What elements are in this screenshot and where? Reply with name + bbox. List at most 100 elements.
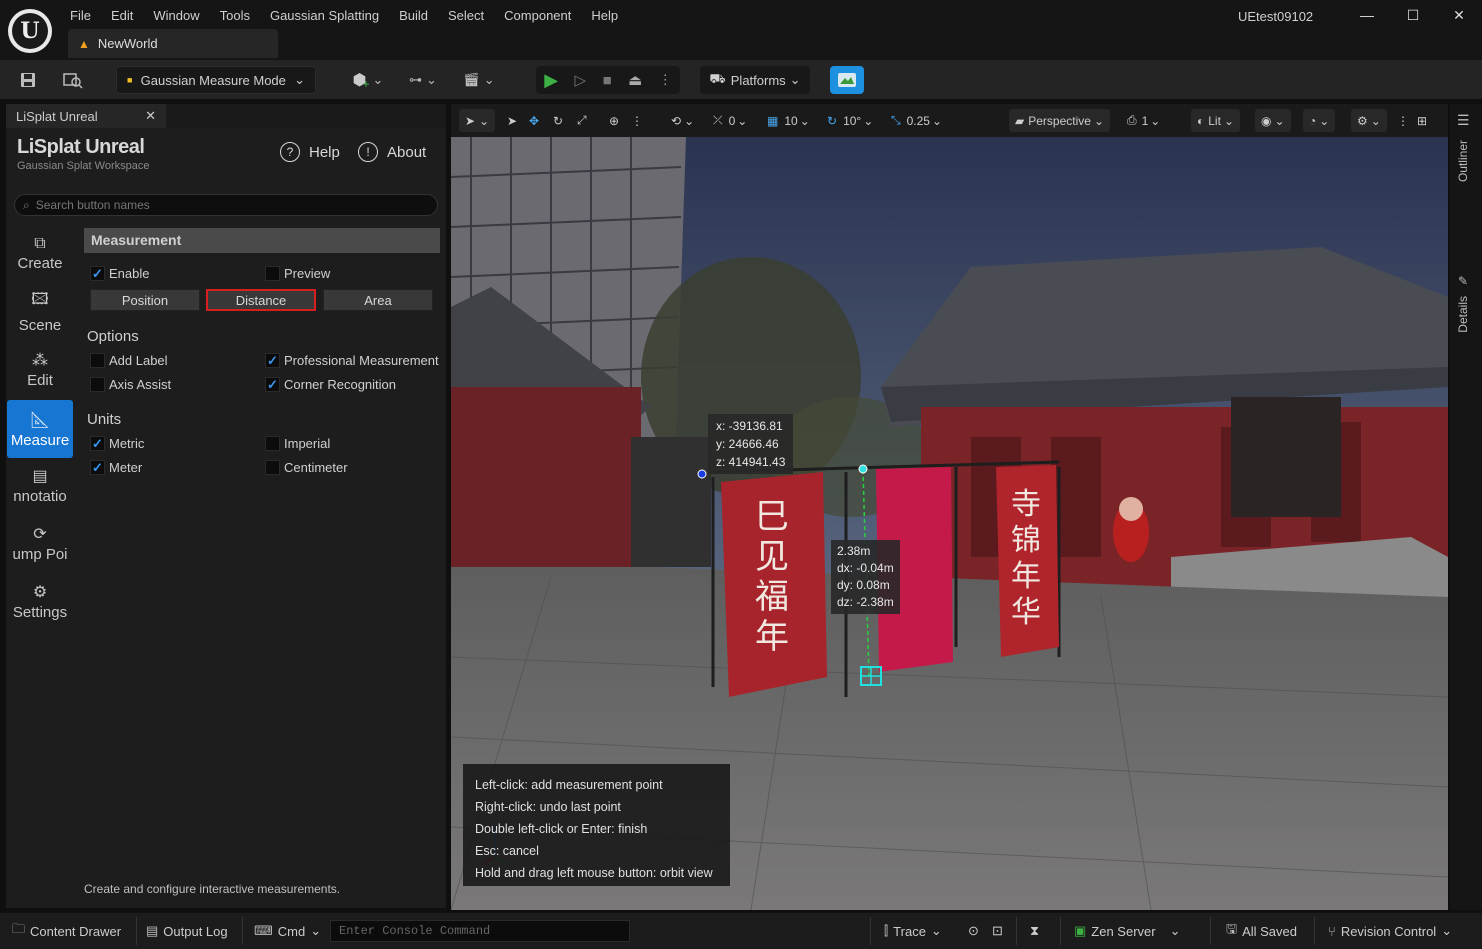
perspective-dropdown[interactable]: ▰ Perspective ⌄ bbox=[1009, 109, 1110, 132]
output-log-button[interactable]: ▤ Output Log bbox=[146, 919, 228, 943]
scale-snap-dropdown[interactable]: ⤡ 0.25 ⌄ bbox=[891, 109, 942, 132]
select-tool-icon[interactable]: ➤ bbox=[507, 109, 517, 132]
trace-dropdown[interactable]: ⫿ Trace ⌄ bbox=[884, 919, 942, 943]
all-saved-button[interactable]: 🖫 All Saved bbox=[1226, 919, 1297, 943]
more-options-icon[interactable]: ⋮ bbox=[659, 72, 672, 88]
menu-help[interactable]: Help bbox=[581, 6, 628, 25]
camera-speed-dropdown[interactable]: ⎙ 1 ⌄ bbox=[1127, 109, 1160, 132]
position-button[interactable]: Position bbox=[90, 289, 200, 311]
about-button[interactable]: ! About bbox=[358, 142, 426, 162]
chevron-down-icon: ⌄ bbox=[930, 923, 942, 938]
sidebar-item-settings[interactable]: ⚙ Settings bbox=[7, 572, 73, 630]
menu-gaussian-splatting[interactable]: Gaussian Splatting bbox=[260, 6, 389, 25]
browse-icon[interactable] bbox=[58, 66, 88, 94]
select-mode-dropdown[interactable]: ➤ ⌄ bbox=[459, 109, 496, 132]
preview-checkbox[interactable]: Preview bbox=[265, 266, 330, 281]
performance-dropdown[interactable]: ◔ ⌄ bbox=[1303, 109, 1336, 132]
level-tab[interactable]: ▲ NewWorld bbox=[68, 29, 278, 58]
centimeter-checkbox[interactable]: Centimeter bbox=[265, 460, 348, 475]
play-icon[interactable]: ▶ bbox=[544, 70, 558, 91]
area-button[interactable]: Area bbox=[323, 289, 433, 311]
world-local-icon[interactable]: ⊕ bbox=[609, 109, 619, 132]
screenshot-icon[interactable]: ⊡ bbox=[992, 919, 1003, 943]
more-options-icon[interactable]: ⋮ bbox=[1397, 109, 1409, 132]
unreal-logo[interactable]: U bbox=[8, 9, 52, 53]
blueprint-button[interactable]: ⊶ ⌄ bbox=[402, 66, 444, 94]
menu-edit[interactable]: Edit bbox=[101, 6, 143, 25]
menu-window[interactable]: Window bbox=[143, 6, 209, 25]
professional-measurement-checkbox[interactable]: ✓ Professional Measurement bbox=[265, 353, 439, 368]
axis-assist-checkbox[interactable]: Axis Assist bbox=[90, 377, 171, 392]
log-icon: ▤ bbox=[146, 923, 159, 938]
add-label-checkbox[interactable]: Add Label bbox=[90, 353, 168, 368]
sidebar-item-annotation[interactable]: ▤ nnotatio bbox=[7, 456, 73, 514]
lisplat-plugin-button[interactable] bbox=[830, 66, 864, 94]
measurement-section-header[interactable]: Measurement bbox=[84, 228, 440, 253]
metric-checkbox[interactable]: ✓ Metric bbox=[90, 436, 144, 451]
menu-component[interactable]: Component bbox=[494, 6, 581, 25]
record-icon[interactable]: ⊙ bbox=[968, 919, 979, 943]
step-icon[interactable]: ▷ bbox=[575, 71, 587, 89]
enable-checkbox[interactable]: ✓ Enable bbox=[90, 266, 149, 281]
stop-icon[interactable]: ■ bbox=[603, 72, 612, 89]
menu-tools[interactable]: Tools bbox=[210, 6, 260, 25]
zen-server-dropdown[interactable]: ▣ Zen Server ⌄ bbox=[1074, 919, 1181, 943]
corner-recognition-checkbox[interactable]: ✓ Corner Recognition bbox=[265, 377, 396, 392]
sidebar-item-jump-point[interactable]: ⟳ ump Poi bbox=[7, 514, 73, 572]
mode-dropdown[interactable]: ■ Gaussian Measure Mode ⌄ bbox=[116, 66, 316, 94]
meter-checkbox[interactable]: ✓ Meter bbox=[90, 460, 142, 475]
grid-snap-dropdown[interactable]: ▦ 10 ⌄ bbox=[767, 109, 810, 132]
menu-select[interactable]: Select bbox=[438, 6, 494, 25]
console-input[interactable]: Enter Console Command bbox=[330, 920, 630, 942]
platforms-button[interactable]: ⛟ Platforms ⌄ bbox=[700, 66, 810, 94]
sidebar-item-measure[interactable]: 📐︎ Measure bbox=[7, 400, 73, 458]
imperial-checkbox[interactable]: Imperial bbox=[265, 436, 330, 451]
close-icon[interactable]: ✕ bbox=[1436, 0, 1482, 30]
close-tab-icon[interactable]: ✕ bbox=[145, 108, 156, 124]
outliner-tab[interactable]: Outliner bbox=[1456, 140, 1470, 182]
rotation-snap-dropdown[interactable]: ↻ 10° ⌄ bbox=[827, 109, 873, 132]
distance-button[interactable]: Distance bbox=[206, 289, 316, 311]
distance-dz: dz: -2.38m bbox=[837, 595, 894, 609]
content-drawer-button[interactable]: 🗀 Content Drawer bbox=[12, 919, 121, 943]
save-icon[interactable] bbox=[14, 66, 42, 94]
help-button[interactable]: ? Help bbox=[280, 142, 340, 162]
translate-snap-dropdown[interactable]: ⤫ 0 ⌄ bbox=[713, 109, 747, 132]
project-name: UEtest09102 bbox=[1238, 9, 1314, 24]
sidebar-item-create[interactable]: ⧉ Create bbox=[7, 224, 73, 282]
surface-snap-dropdown[interactable]: ⟲ ⌄ bbox=[671, 109, 694, 132]
lit-dropdown[interactable]: ◐ Lit ⌄ bbox=[1191, 109, 1240, 132]
help-label: Help bbox=[309, 143, 340, 161]
maximize-icon[interactable]: ☐ bbox=[1390, 0, 1436, 30]
chevron-down-icon: ⌄ bbox=[1169, 923, 1181, 938]
menu-build[interactable]: Build bbox=[389, 6, 438, 25]
add-actor-button[interactable]: ⬢ + ⌄ bbox=[348, 66, 388, 94]
blueprint-icon: ⊶ bbox=[409, 72, 423, 87]
viewport-settings-dropdown[interactable]: ⚙ ⌄ bbox=[1351, 109, 1387, 132]
eye-icon: ◉ bbox=[1261, 113, 1272, 128]
hourglass-icon[interactable]: ⧗ bbox=[1030, 919, 1039, 943]
show-dropdown[interactable]: ◉ ⌄ bbox=[1255, 109, 1291, 132]
search-input[interactable] bbox=[35, 198, 416, 212]
more-options-icon[interactable]: ⋮ bbox=[631, 109, 643, 132]
pencil-icon[interactable]: ✎ bbox=[1458, 274, 1468, 288]
scale-tool-icon[interactable]: ⤢ bbox=[577, 109, 587, 132]
minimize-icon[interactable]: — bbox=[1344, 0, 1390, 30]
sidebar-item-scene[interactable]: 🖾 Scene bbox=[7, 282, 73, 340]
panel-tab[interactable]: LiSplat Unreal ✕ bbox=[6, 104, 166, 128]
list-icon[interactable]: ☰ bbox=[1457, 112, 1470, 129]
details-tab[interactable]: Details bbox=[1456, 296, 1470, 333]
revision-control-dropdown[interactable]: ⑂ Revision Control ⌄ bbox=[1328, 919, 1452, 943]
cinematics-button[interactable]: 🎬︎ ⌄ bbox=[458, 66, 500, 94]
sidebar-item-label: nnotatio bbox=[13, 487, 67, 505]
eject-icon[interactable]: ⏏ bbox=[628, 71, 642, 89]
scene-view[interactable]: 巳见福年 寺锦年华 x: -39136.81 y: 24666.46 z: 41… bbox=[451, 137, 1448, 910]
menu-file[interactable]: File bbox=[60, 6, 101, 25]
layout-icon[interactable]: ⊞ bbox=[1417, 109, 1427, 132]
cmd-dropdown[interactable]: ⌨ Cmd ⌄ bbox=[254, 919, 321, 943]
translate-tool-icon[interactable]: ✥ bbox=[529, 109, 539, 132]
level-viewport[interactable]: ➤ ⌄ ➤ ✥ ↻ ⤢ ⊕ ⋮ ⟲ ⌄ ⤫ 0 ⌄ ▦ 10 ⌄ ↻ 10° ⌄ ⤡ 0.25 ⌄ … bbox=[451, 104, 1448, 910]
rotate-tool-icon[interactable]: ↻ bbox=[553, 109, 563, 132]
hint-line: Double left-click or Enter: finish bbox=[475, 822, 648, 836]
sidebar-item-edit[interactable]: ⁂ Edit bbox=[7, 340, 73, 398]
